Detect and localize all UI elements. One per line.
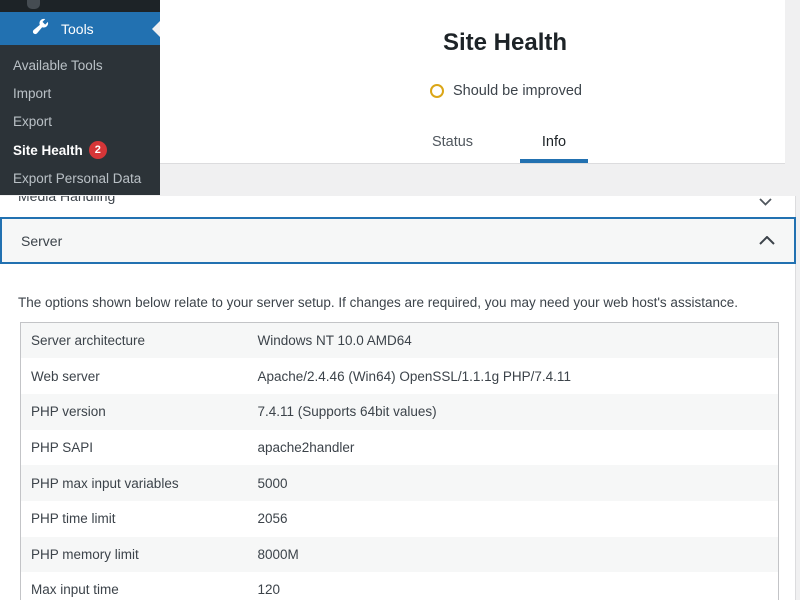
sidebar-item-tools-label: Tools — [61, 20, 94, 37]
accordion-section-server[interactable]: Server — [0, 217, 796, 264]
chevron-up-icon — [759, 232, 775, 250]
site-health-issues-badge: 2 — [88, 141, 107, 160]
table-row: Max input time 120 — [20, 572, 779, 600]
row-value: 2056 — [257, 511, 288, 527]
current-menu-arrow — [152, 20, 160, 37]
row-value: Windows NT 10.0 AMD64 — [257, 333, 412, 349]
sidebar-item-import[interactable]: Import — [0, 79, 160, 107]
sidebar-item-export[interactable]: Export — [0, 108, 160, 136]
row-label: Max input time — [31, 582, 119, 598]
row-value: 5000 — [257, 475, 288, 491]
status-warning-circle-icon — [430, 84, 444, 98]
wrench-icon — [31, 17, 50, 41]
sidebar-top-strip — [0, 0, 160, 12]
table-row: PHP version 7.4.11 (Supports 64bit value… — [20, 393, 779, 430]
admin-sidebar-flyout: Tools Available Tools Import Export Site… — [0, 0, 160, 195]
row-label: Web server — [31, 368, 100, 384]
tab-status[interactable]: Status — [417, 128, 488, 163]
row-label: PHP version — [31, 404, 106, 420]
accordion-label-media-handling: Media Handling — [18, 196, 116, 204]
row-value: Apache/2.4.46 (Win64) OpenSSL/1.1.1g PHP… — [257, 368, 571, 384]
row-label: PHP time limit — [31, 511, 116, 527]
page-background-gutter — [785, 0, 800, 196]
submenu-label: Available Tools — [13, 57, 103, 73]
page-title: Site Health — [442, 29, 568, 56]
row-value: apache2handler — [257, 439, 355, 455]
server-panel-description: The options shown below relate to your s… — [18, 295, 738, 310]
submenu-label: Import — [13, 85, 52, 101]
status-indicator: Should be improved — [430, 83, 582, 99]
row-label: PHP SAPI — [31, 439, 94, 455]
row-label: PHP memory limit — [31, 546, 139, 562]
tools-submenu: Available Tools Import Export Site Healt… — [0, 45, 160, 195]
sidebar-item-tools[interactable]: Tools — [0, 12, 160, 45]
table-row: PHP SAPI apache2handler — [20, 429, 779, 466]
server-info-table: Server architecture Windows NT 10.0 AMD6… — [20, 322, 779, 600]
table-row: Server architecture Windows NT 10.0 AMD6… — [20, 322, 779, 359]
page-background-gutter-bottom — [796, 196, 800, 600]
row-value: 7.4.11 (Supports 64bit values) — [257, 404, 437, 420]
submenu-label: Export Personal Data — [13, 170, 142, 186]
accordion-label-server: Server — [21, 232, 63, 249]
table-row: Web server Apache/2.4.46 (Win64) OpenSSL… — [20, 358, 779, 394]
row-label: Server architecture — [31, 333, 146, 349]
accordion-section-media-handling[interactable]: Media Handling — [0, 196, 795, 216]
row-label: PHP max input variables — [31, 475, 179, 491]
sidebar-item-available-tools[interactable]: Available Tools — [0, 51, 160, 79]
table-row: PHP time limit 2056 — [20, 500, 779, 537]
menu-icon-fragment — [27, 0, 40, 9]
table-row: PHP max input variables 5000 — [20, 465, 779, 501]
sidebar-item-site-health[interactable]: Site Health 2 — [0, 136, 160, 164]
chevron-down-icon — [759, 196, 772, 211]
status-label: Should be improved — [453, 83, 582, 99]
sidebar-item-export-personal-data[interactable]: Export Personal Data — [0, 164, 160, 192]
row-value: 120 — [257, 582, 281, 598]
submenu-label: Site Health — [13, 142, 83, 158]
site-health-page: Site Health Should be improved Status In… — [0, 0, 800, 600]
row-value: 8000M — [257, 546, 299, 562]
table-row: PHP memory limit 8000M — [20, 536, 779, 573]
submenu-label: Export — [13, 114, 53, 130]
tab-info[interactable]: Info — [520, 128, 588, 163]
